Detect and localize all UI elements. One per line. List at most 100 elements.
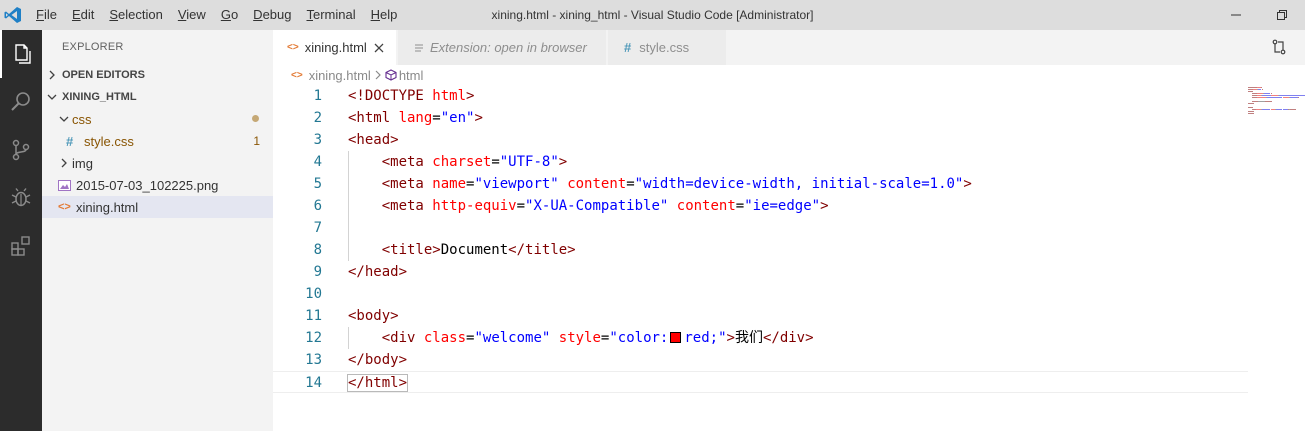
code-token: "UTF-8" (499, 154, 559, 170)
color-swatch-icon[interactable] (670, 332, 682, 343)
code-token: "viewport" (474, 176, 559, 192)
code-line: 6 <meta http-equiv="X-UA-Compatible" con… (273, 195, 1248, 217)
minimize-icon (1231, 14, 1241, 16)
breadcrumb-file[interactable]: xining.html (309, 68, 371, 83)
code-token: Document (440, 242, 509, 258)
tab-extension-open-in-browser[interactable]: Extension: open in browser (398, 30, 607, 65)
open-editors-label: OPEN EDITORS (62, 69, 145, 81)
code-text: </head> (348, 261, 407, 283)
line-number: 7 (313, 220, 322, 236)
compare-changes-icon[interactable] (1271, 39, 1287, 55)
code-token: <meta (381, 176, 433, 192)
code-token: <html (348, 110, 399, 126)
code-token: "welcome" (474, 330, 551, 346)
code-token: = (626, 176, 635, 192)
code-token: <meta (381, 198, 433, 214)
tab-label: style.css (639, 40, 690, 55)
code-token: <title> (381, 242, 441, 258)
code-editor[interactable]: 1 <!DOCTYPE html> 2 <html lang="en"> 3 <head>… (273, 85, 1305, 431)
menu-bar: File Edit Selection View Go Debug Terminal Help (36, 0, 412, 30)
breadcrumb-separator-icon (375, 70, 381, 80)
debug-activity-button[interactable] (0, 174, 42, 222)
code-token: "ie=edge" (744, 198, 821, 214)
chevron-right-icon (42, 70, 62, 80)
tree-item-label: xining.html (76, 199, 139, 215)
code-token: html (432, 88, 467, 104)
code-token: > (820, 198, 829, 214)
code-text: </html> (346, 372, 409, 394)
search-icon (11, 92, 30, 111)
chevron-down-icon (42, 93, 62, 101)
close-tab-button[interactable] (374, 43, 384, 53)
tree-file-style-css[interactable]: # style.css 1 (42, 130, 273, 152)
code-token: </head> (348, 264, 408, 280)
minimize-button[interactable] (1213, 0, 1259, 30)
tab-xining-html[interactable]: <> xining.html (273, 30, 397, 65)
line-number: 4 (313, 154, 322, 170)
code-token: = (735, 198, 745, 214)
tree-folder-img[interactable]: img (42, 152, 273, 174)
code-token: content (676, 198, 736, 214)
open-editors-section[interactable]: OPEN EDITORS (42, 64, 273, 86)
minimap-segment (1275, 109, 1283, 110)
explorer-activity-button[interactable] (0, 30, 42, 78)
code-token: style (558, 330, 601, 346)
menu-item[interactable]: Debug (253, 0, 291, 30)
line-number: 5 (313, 176, 322, 192)
code-token: charset (432, 154, 492, 170)
minimap-segment (1257, 97, 1266, 98)
tab-label: xining.html (304, 40, 367, 55)
minimap-segment (1278, 95, 1305, 96)
minimap[interactable] (1246, 85, 1305, 145)
code-token: <head> (348, 132, 399, 148)
code-token: <body> (348, 308, 399, 324)
workspace-section[interactable]: XINING_HTML (42, 86, 273, 108)
menu-item[interactable]: View (178, 0, 206, 30)
minimap-segment (1265, 101, 1273, 102)
menu-item[interactable]: Terminal (306, 0, 355, 30)
tree-file-xining-html[interactable]: <> xining.html (42, 196, 273, 218)
menu-item[interactable]: Edit (72, 0, 94, 30)
source-control-activity-button[interactable] (0, 126, 42, 174)
line-number: 12 (305, 330, 322, 346)
code-line: 7 (273, 217, 1248, 239)
menu-item[interactable]: Selection (109, 0, 162, 30)
extensions-activity-button[interactable] (0, 222, 42, 270)
image-file-icon (58, 179, 76, 191)
code-token: lang (398, 110, 433, 126)
code-token: </html> (346, 374, 409, 392)
code-token: > (466, 88, 475, 104)
tree-folder-css[interactable]: css (42, 108, 273, 130)
code-token: "X-UA-Compatible" (525, 198, 669, 214)
code-line: 9 </head> (273, 261, 1248, 283)
minimap-segment (1290, 109, 1296, 110)
code-token: </body> (348, 352, 408, 368)
search-activity-button[interactable] (0, 78, 42, 126)
breadcrumb-symbol[interactable]: html (399, 68, 424, 83)
html-file-icon: <> (287, 42, 299, 53)
tab-style-css[interactable]: # style.css (608, 30, 727, 65)
code-line: 13 </body> (273, 349, 1248, 371)
menu-item[interactable]: File (36, 0, 57, 30)
code-token: "width=device-width, initial-scale=1.0" (634, 176, 964, 192)
menu-item[interactable]: Go (221, 0, 238, 30)
code-token: > (474, 110, 483, 126)
code-token: http-equiv (432, 198, 517, 214)
minimap-segment (1261, 109, 1270, 110)
code-line: 2 <html lang="en"> (273, 107, 1248, 129)
line-number: 3 (313, 132, 322, 148)
editor-tabs: <> xining.html Extension: open in browse… (273, 30, 1305, 65)
chevron-right-icon (56, 158, 72, 168)
code-token: = (491, 154, 500, 170)
code-token: name (432, 176, 467, 192)
code-line: 10 (273, 283, 1248, 305)
line-number: 10 (305, 286, 322, 302)
restore-button[interactable] (1259, 0, 1305, 30)
code-token: "en" (440, 110, 475, 126)
menu-item[interactable]: Help (371, 0, 398, 30)
tree-item-label: css (72, 111, 92, 127)
tree-file-png[interactable]: 2015-07-03_102225.png (42, 174, 273, 196)
minimap-segment (1261, 95, 1271, 96)
